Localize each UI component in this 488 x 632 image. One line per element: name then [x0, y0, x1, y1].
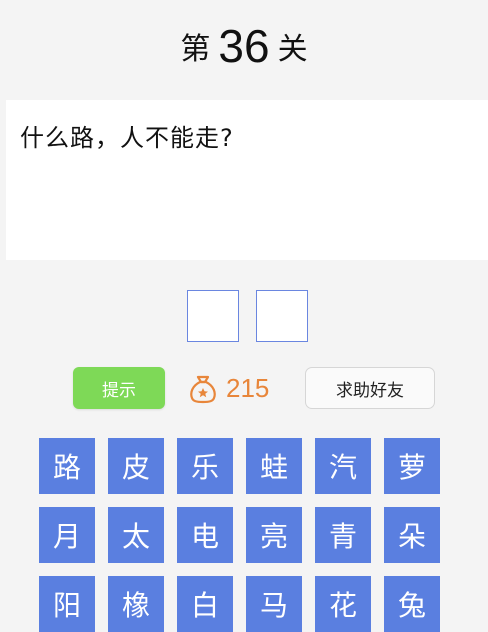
coin-balance: 215 [186, 366, 269, 410]
char-key[interactable]: 兔 [384, 576, 440, 632]
char-key[interactable]: 阳 [39, 576, 95, 632]
answer-slots [0, 290, 488, 346]
char-key[interactable]: 马 [246, 576, 302, 632]
char-key[interactable]: 花 [315, 576, 371, 632]
answer-slot[interactable] [256, 290, 308, 342]
char-key[interactable]: 电 [177, 507, 233, 563]
char-key[interactable]: 路 [39, 438, 95, 494]
char-key[interactable]: 白 [177, 576, 233, 632]
level-title: 第 36 关 [0, 0, 488, 92]
money-bag-icon [190, 375, 216, 404]
char-key[interactable]: 青 [315, 507, 371, 563]
coin-count: 215 [226, 372, 270, 403]
ask-friend-button[interactable]: 求助好友 [305, 367, 435, 409]
char-key[interactable]: 太 [108, 507, 164, 563]
char-key[interactable]: 朵 [384, 507, 440, 563]
char-key[interactable]: 萝 [384, 438, 440, 494]
level-prefix: 第 [180, 32, 211, 67]
char-key[interactable]: 蛙 [246, 438, 302, 494]
character-keyboard: 路 皮 乐 蛙 汽 萝 月 太 电 亮 青 朵 阳 橡 白 马 花 兔 [0, 436, 488, 632]
question-text: 什么路，人不能走? [20, 124, 234, 152]
char-key[interactable]: 月 [39, 507, 95, 563]
question-panel: 什么路，人不能走? [6, 100, 488, 260]
char-key[interactable]: 皮 [108, 438, 164, 494]
char-key[interactable]: 亮 [246, 507, 302, 563]
hint-button[interactable]: 提示 [73, 367, 165, 409]
char-key[interactable]: 乐 [177, 438, 233, 494]
level-suffix: 关 [277, 32, 308, 67]
char-key[interactable]: 汽 [315, 438, 371, 494]
char-key[interactable]: 橡 [108, 576, 164, 632]
answer-slot[interactable] [187, 290, 239, 342]
level-number: 36 [218, 20, 270, 72]
